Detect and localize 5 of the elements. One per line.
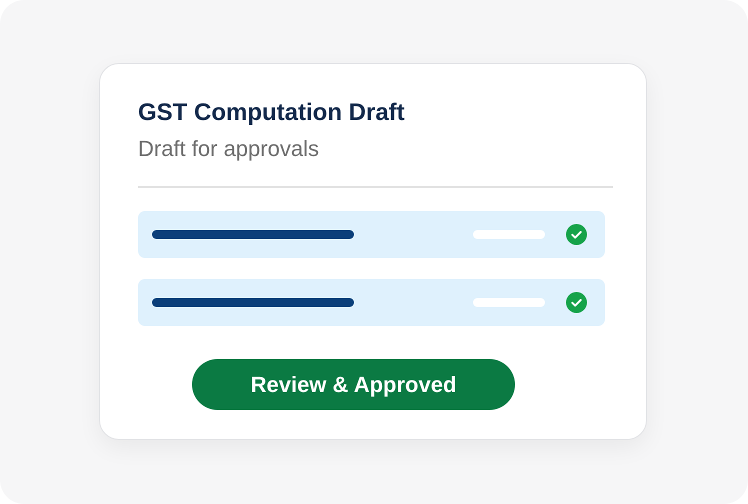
placeholder-bar — [473, 298, 545, 307]
card-subtitle: Draft for approvals — [138, 135, 320, 163]
placeholder-bar — [473, 230, 545, 239]
review-button[interactable]: Review & Approved — [192, 359, 515, 410]
card-title: GST Computation Draft — [138, 98, 406, 128]
